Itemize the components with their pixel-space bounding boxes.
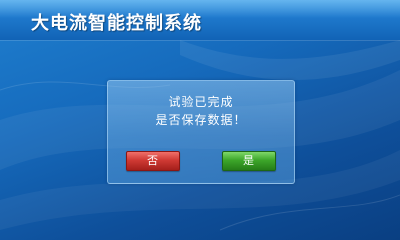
dialog-message-line2: 是否保存数据！ — [155, 113, 247, 127]
dialog-message-line1: 试验已完成 — [168, 95, 234, 109]
no-button[interactable]: 否 — [126, 151, 180, 171]
window-title: 大电流智能控制系统 — [31, 13, 202, 34]
title-bar: 大电流智能控制系统 — [0, 0, 400, 40]
save-data-dialog: 试验已完成 是否保存数据！ 否 是 — [107, 80, 295, 184]
yes-button[interactable]: 是 — [222, 151, 276, 171]
